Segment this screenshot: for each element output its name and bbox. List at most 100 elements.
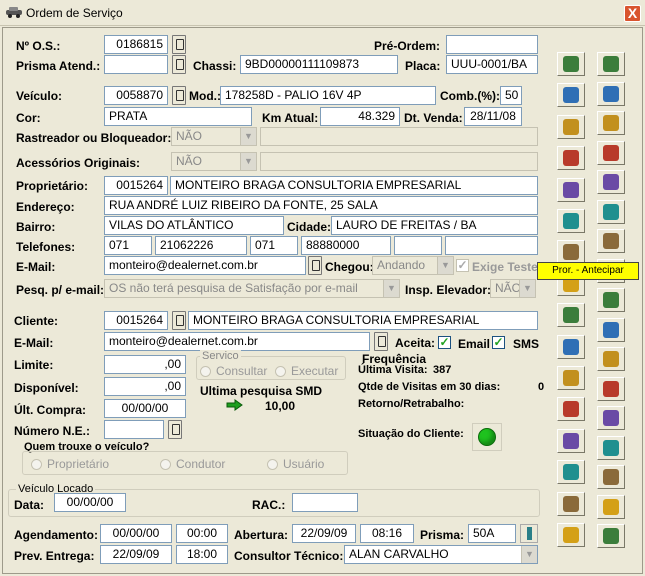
email-button[interactable] (308, 256, 322, 275)
cliente-name-field[interactable]: MONTEIRO BRAGA CONSULTORIA EMPRESARIAL (188, 311, 538, 330)
proprietario-code-field[interactable]: 0015264 (104, 176, 168, 195)
aceita-sms-checkbox[interactable]: ✓ (492, 336, 505, 349)
tel3-field[interactable] (445, 236, 538, 255)
toolbar-button-papers[interactable] (557, 460, 585, 485)
rac-field[interactable] (292, 493, 358, 512)
veiculo-search-button[interactable] (172, 86, 186, 105)
limite-label: Limite: (14, 358, 54, 372)
toolbar-button-list2[interactable] (597, 465, 625, 489)
pesq-email-select[interactable]: OS não terá pesquisa de Satisfação por e… (104, 279, 400, 298)
disponivel-field[interactable]: ,00 (104, 377, 186, 396)
smile-icon (563, 307, 579, 324)
proprietario-radio[interactable]: Proprietário (31, 457, 109, 471)
prev-entrega-hora-field[interactable]: 18:00 (176, 545, 228, 564)
mod-field[interactable]: 178258D - PALIO 16V 4P (220, 86, 436, 105)
executar-radio[interactable]: Executar (275, 364, 338, 378)
numero-ne-button[interactable] (168, 420, 182, 439)
toolbar-button-money-bag[interactable] (597, 52, 625, 76)
cliente-email-button[interactable] (374, 332, 388, 351)
toolbar-button-paint[interactable] (597, 140, 625, 165)
numero-ne-field[interactable] (104, 420, 164, 439)
tel1-ddd-field[interactable]: 071 (104, 236, 152, 255)
data-locado-field[interactable]: 00/00/00 (54, 493, 126, 512)
cidade-field[interactable]: LAURO DE FREITAS / BA (331, 216, 538, 235)
close-button[interactable]: X (624, 5, 641, 22)
km-atual-field[interactable]: 48.329 (320, 107, 400, 126)
condutor-radio[interactable]: Condutor (160, 457, 225, 471)
prisma-color-button[interactable] (520, 524, 538, 543)
prisma-search-button[interactable] (172, 55, 186, 74)
os-field[interactable]: 0186815 (104, 35, 168, 54)
toolbar-button-users[interactable] (557, 177, 585, 202)
aceita-email-checkbox[interactable]: ✓ (438, 336, 451, 349)
toolbar-button-camera[interactable] (557, 366, 585, 390)
usuario-radio[interactable]: Usuário (267, 457, 324, 471)
ult-compra-field[interactable]: 00/00/00 (104, 399, 186, 418)
cliente-code-field[interactable]: 0015264 (104, 311, 168, 330)
toolbar-button-clipboard[interactable] (597, 199, 625, 224)
veiculo-field[interactable]: 0058870 (104, 86, 168, 105)
toolbar-button-tools[interactable] (557, 523, 585, 547)
toolbar-button-wallet[interactable] (597, 494, 625, 519)
email-field[interactable]: monteiro@dealernet.com.br (104, 256, 306, 275)
toolbar-button-page[interactable] (597, 347, 625, 371)
tel2-ddd-field[interactable]: 071 (250, 236, 298, 255)
toolbar-button-printer2[interactable] (557, 397, 585, 422)
toolbar-button-truck[interactable] (597, 435, 625, 460)
endereco-field[interactable]: RUA ANDRÉ LUIZ RIBEIRO DA FONTE, 25 SALA (104, 196, 538, 215)
aceita-label: Aceita: (395, 336, 436, 350)
toolbar-button-smile[interactable] (557, 303, 585, 328)
toolbar-button-refresh[interactable] (597, 229, 625, 253)
consultor-select[interactable]: ALAN CARVALHO ▼ (344, 545, 538, 564)
toolbar-button-car[interactable] (597, 111, 625, 135)
toolbar-button-search-doc[interactable] (557, 114, 585, 139)
toolbar-button-exit[interactable] (597, 524, 625, 548)
limite-field[interactable]: ,00 (104, 355, 186, 374)
tel3-ddd-field[interactable] (394, 236, 442, 255)
chassi-label: Chassi: (193, 59, 237, 73)
os-search-button[interactable] (172, 35, 186, 54)
toolbar-button-money[interactable] (557, 146, 585, 171)
exige-teste-checkbox[interactable]: ✓ (456, 259, 469, 272)
toolbar-button-tree[interactable] (557, 52, 585, 76)
comb-field[interactable]: 50 (500, 86, 522, 105)
toolbar-button-clown[interactable] (557, 428, 585, 453)
toolbar-button-transfer[interactable] (597, 317, 625, 342)
chegou-select[interactable]: Andando ▼ (372, 256, 454, 275)
tel1-field[interactable]: 21062226 (155, 236, 247, 255)
toolbar-button-notes[interactable] (557, 491, 585, 516)
prisma-atend-field[interactable] (104, 55, 168, 74)
consultar-radio[interactable]: Consultar (200, 364, 267, 378)
cor-field[interactable]: PRATA (104, 107, 252, 126)
toolbar-button-folders[interactable] (597, 81, 625, 106)
toolbar-button-person[interactable] (597, 406, 625, 430)
toolbar-button-table[interactable] (557, 83, 585, 108)
paint-icon (603, 144, 619, 161)
placa-field[interactable]: UUU-0001/BA (446, 55, 538, 74)
prev-entrega-data-field[interactable]: 22/09/09 (100, 545, 172, 564)
tel2-field[interactable]: 88880000 (301, 236, 391, 255)
abertura-label: Abertura: (234, 528, 289, 542)
toolbar-button-arm[interactable] (597, 288, 625, 312)
toolbar-button-phone[interactable] (557, 209, 585, 233)
toolbar-button-car2[interactable] (597, 376, 625, 401)
prisma-field[interactable]: 50A (468, 524, 516, 543)
agendamento-hora-field[interactable]: 00:00 (176, 524, 228, 543)
acessorios-select[interactable]: NÃO ▼ (171, 152, 257, 171)
dt-venda-field[interactable]: 28/11/08 (464, 107, 522, 126)
rastreador-select[interactable]: NÃO ▼ (171, 127, 257, 146)
abertura-data-field[interactable]: 22/09/09 (292, 524, 356, 543)
proprietario-name-field[interactable]: MONTEIRO BRAGA CONSULTORIA EMPRESARIAL (170, 176, 538, 195)
pre-ordem-field[interactable] (446, 35, 538, 54)
abertura-hora-field[interactable]: 08:16 (360, 524, 414, 543)
chegou-value: Andando (377, 258, 426, 272)
chassi-field[interactable]: 9BD00000111109873 (240, 55, 398, 74)
toolbar-button-documents[interactable] (597, 170, 625, 194)
toolbar-button-check[interactable] (557, 334, 585, 359)
insp-elevador-select[interactable]: NÃO ▼ (490, 279, 536, 298)
cliente-email-field[interactable]: monteiro@dealernet.com.br (104, 332, 370, 351)
agendamento-data-field[interactable]: 00/00/00 (100, 524, 172, 543)
bairro-field[interactable]: VILAS DO ATLÂNTICO (104, 216, 284, 235)
toolbar-button-printer[interactable] (557, 240, 585, 265)
cliente-search-button[interactable] (172, 311, 186, 330)
